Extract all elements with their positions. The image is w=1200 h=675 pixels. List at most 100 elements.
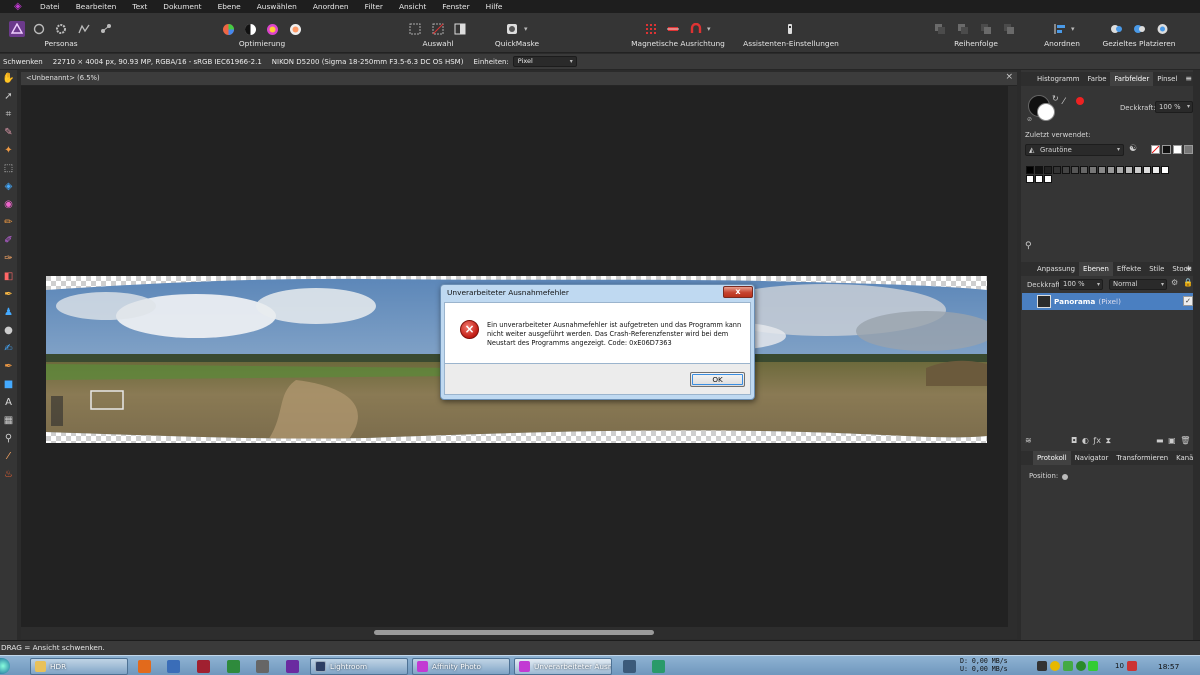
app-icon-2[interactable] xyxy=(167,660,180,673)
tab-ebenen[interactable]: Ebenen xyxy=(1078,262,1113,276)
menu-ansicht[interactable]: Ansicht xyxy=(391,2,434,11)
tray-icon-3[interactable] xyxy=(1063,661,1073,671)
auto-colors-icon[interactable] xyxy=(264,21,280,37)
photo-persona-icon[interactable] xyxy=(9,21,25,37)
units-select[interactable]: Pixel xyxy=(512,56,577,67)
gray-swatch[interactable] xyxy=(1184,145,1193,154)
palette-options-icon[interactable]: ☯ xyxy=(1129,144,1137,154)
export-persona-icon[interactable] xyxy=(98,21,114,37)
move-tool-icon[interactable]: ➚ xyxy=(0,88,17,106)
gradient-tool-icon[interactable]: ◉ xyxy=(0,196,17,214)
paint-brush-icon[interactable]: ✏ xyxy=(0,214,17,232)
zoom-tool-icon[interactable]: ⚲ xyxy=(0,430,17,448)
palette-select[interactable]: ◭ Grautöne ▾ xyxy=(1025,144,1124,156)
move-to-back-icon[interactable] xyxy=(932,21,948,37)
history-position-slider[interactable] xyxy=(1062,474,1068,480)
auto-levels-icon[interactable] xyxy=(220,21,236,37)
magnet-icon[interactable] xyxy=(688,21,704,37)
blur-tool-icon[interactable]: ● xyxy=(0,322,17,340)
clock[interactable]: 18:57 xyxy=(1158,662,1179,671)
layer-visibility-checkbox[interactable]: ✓ xyxy=(1183,296,1193,306)
menu-hilfe[interactable]: Hilfe xyxy=(478,2,511,11)
gray-swatch-11[interactable] xyxy=(1125,166,1133,174)
blend-mode-select[interactable]: Normal ▾ xyxy=(1109,279,1167,290)
gray-swatch-10[interactable] xyxy=(1116,166,1124,174)
red-eye-tool-icon[interactable]: ♨ xyxy=(0,466,17,484)
select-all-icon[interactable] xyxy=(407,21,423,37)
search-icon[interactable]: ⚲ xyxy=(1025,241,1032,251)
adjustment-layer-icon[interactable]: ◐ xyxy=(1082,436,1089,445)
tray-icon-6[interactable] xyxy=(1127,661,1137,671)
color-picker-icon[interactable]: ⁄ xyxy=(0,448,17,466)
insert-behind-icon[interactable] xyxy=(1108,21,1124,37)
grayscale-swatches[interactable] xyxy=(1026,166,1190,183)
start-button-icon[interactable] xyxy=(0,658,10,674)
tray-icon-1[interactable] xyxy=(1037,661,1047,671)
assistant-icon[interactable] xyxy=(782,21,798,37)
move-forward-icon[interactable] xyxy=(978,21,994,37)
gray-swatch-5[interactable] xyxy=(1071,166,1079,174)
gray-swatch-13[interactable] xyxy=(1143,166,1151,174)
move-back-icon[interactable] xyxy=(955,21,971,37)
layer-row-panorama[interactable]: Panorama (Pixel) ✓ xyxy=(1022,293,1194,310)
gray-swatch-4[interactable] xyxy=(1062,166,1070,174)
eraser-tool-icon[interactable]: ◧ xyxy=(0,268,17,286)
tray-icon-4[interactable] xyxy=(1076,661,1086,671)
liquify-persona-icon[interactable] xyxy=(31,21,47,37)
align-icon[interactable] xyxy=(1052,21,1068,37)
taskbar-item-hdr[interactable]: HDR xyxy=(30,658,128,675)
add-layer-icon[interactable]: ▣ xyxy=(1168,436,1176,445)
shape-tool-icon[interactable]: ■ xyxy=(0,376,17,394)
opacity-field[interactable]: 100 % ▾ xyxy=(1155,101,1193,113)
taskbar-item-lightroom[interactable]: Lightroom xyxy=(310,658,408,675)
gray-swatch-0[interactable] xyxy=(1026,166,1034,174)
quickmask-icon[interactable] xyxy=(504,21,520,37)
mask-layer-icon[interactable]: ◘ xyxy=(1071,436,1077,445)
eyedropper-icon[interactable]: ⁄ xyxy=(1063,97,1065,107)
app-icon-8[interactable] xyxy=(652,660,665,673)
tab-farbe[interactable]: Farbe xyxy=(1083,72,1110,86)
deselect-icon[interactable] xyxy=(430,21,446,37)
insert-inside-icon[interactable] xyxy=(1154,21,1170,37)
gray-swatch-2[interactable] xyxy=(1044,166,1052,174)
tray-icon-2[interactable] xyxy=(1050,661,1060,671)
reset-colors-icon[interactable]: ⊘ xyxy=(1027,116,1032,123)
app-icon-3[interactable] xyxy=(197,660,210,673)
menu-fenster[interactable]: Fenster xyxy=(434,2,477,11)
crop-tool-icon[interactable]: ⌗ xyxy=(0,106,17,124)
gray-swatch-9[interactable] xyxy=(1107,166,1115,174)
taskbar-item-affinity[interactable]: Affinity Photo xyxy=(412,658,510,675)
gray-swatch-14[interactable] xyxy=(1152,166,1160,174)
white-swatch[interactable] xyxy=(1173,145,1182,154)
menu-anordnen[interactable]: Anordnen xyxy=(305,2,357,11)
none-swatch[interactable] xyxy=(1151,145,1160,154)
stamp-tool-icon[interactable]: ♟ xyxy=(0,304,17,322)
menu-ebene[interactable]: Ebene xyxy=(210,2,249,11)
tab-pinsel[interactable]: Pinsel xyxy=(1153,72,1181,86)
tab-histogramm[interactable]: Histogramm xyxy=(1033,72,1083,86)
align-dropdown-icon[interactable]: ▾ xyxy=(1071,25,1075,33)
white-swatch-0[interactable] xyxy=(1026,175,1034,183)
flood-fill-icon[interactable]: ◈ xyxy=(0,178,17,196)
menu-dokument[interactable]: Dokument xyxy=(155,2,209,11)
develop-persona-icon[interactable] xyxy=(53,21,69,37)
app-icon-6[interactable] xyxy=(286,660,299,673)
flood-select-icon[interactable]: ✦ xyxy=(0,142,17,160)
hand-tool-icon[interactable]: ✋ xyxy=(0,70,17,88)
move-to-front-icon[interactable] xyxy=(1001,21,1017,37)
gray-swatch-1[interactable] xyxy=(1035,166,1043,174)
horizontal-scrollbar[interactable] xyxy=(21,627,1017,639)
tab-anpassung[interactable]: Anpassung xyxy=(1033,262,1079,276)
horizontal-scroll-thumb[interactable] xyxy=(374,630,654,635)
menu-bearbeiten[interactable]: Bearbeiten xyxy=(68,2,125,11)
pen-tool-icon[interactable]: ✍ xyxy=(0,340,17,358)
marquee-tool-icon[interactable]: ⬚ xyxy=(0,160,17,178)
dialog-close-button[interactable]: x xyxy=(723,286,753,298)
secondary-color-well[interactable] xyxy=(1037,103,1055,121)
hourglass-icon[interactable]: ⧗ xyxy=(1106,436,1112,445)
swap-colors-icon[interactable]: ↻ xyxy=(1052,94,1059,103)
color-replace-icon[interactable]: ✐ xyxy=(0,232,17,250)
quickmask-dropdown-icon[interactable]: ▾ xyxy=(524,25,528,33)
mesh-tool-icon[interactable]: ▦ xyxy=(0,412,17,430)
menu-text[interactable]: Text xyxy=(124,2,155,11)
